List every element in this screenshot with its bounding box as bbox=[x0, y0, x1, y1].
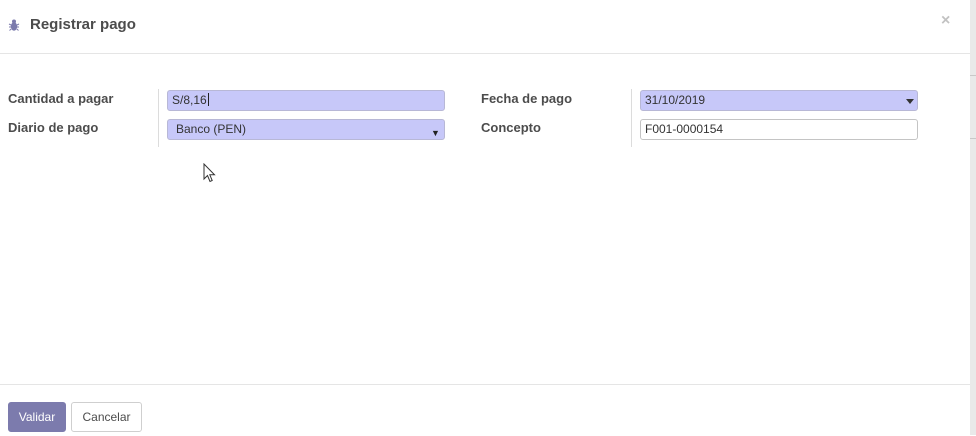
date-label: Fecha de pago bbox=[481, 91, 573, 106]
dialog-title: Registrar pago bbox=[30, 16, 136, 33]
background-divider bbox=[970, 75, 976, 76]
bug-icon bbox=[8, 19, 20, 31]
mouse-cursor-icon bbox=[203, 163, 216, 183]
memo-input[interactable]: F001-0000154 bbox=[640, 119, 918, 140]
cancel-button[interactable]: Cancelar bbox=[71, 402, 142, 432]
register-payment-dialog: Registrar pago × Cantidad a pagar Diario… bbox=[0, 0, 970, 435]
background-page-edge bbox=[970, 0, 976, 435]
journal-select[interactable]: Banco (PEN) ▼ bbox=[167, 119, 445, 140]
background-divider bbox=[970, 138, 976, 139]
amount-value: S/8,16 bbox=[172, 93, 207, 107]
chevron-down-icon: ▼ bbox=[431, 128, 440, 138]
amount-input[interactable]: S/8,16 bbox=[167, 90, 445, 111]
payment-date-value: 31/10/2019 bbox=[645, 93, 706, 107]
column-divider-right bbox=[631, 89, 632, 147]
column-divider-left bbox=[158, 89, 159, 147]
journal-label: Diario de pago bbox=[8, 120, 99, 135]
caret-down-icon bbox=[906, 99, 914, 104]
amount-label: Cantidad a pagar bbox=[8, 91, 114, 106]
close-icon[interactable]: × bbox=[941, 12, 950, 30]
memo-value: F001-0000154 bbox=[645, 122, 724, 136]
memo-label: Concepto bbox=[481, 120, 541, 135]
text-cursor bbox=[207, 93, 209, 106]
dialog-footer: Validar Cancelar bbox=[0, 384, 970, 436]
dialog-header: Registrar pago × bbox=[0, 0, 970, 54]
journal-value: Banco (PEN) bbox=[176, 122, 247, 136]
payment-date-input[interactable]: 31/10/2019 bbox=[640, 90, 918, 111]
validate-button[interactable]: Validar bbox=[8, 402, 66, 432]
